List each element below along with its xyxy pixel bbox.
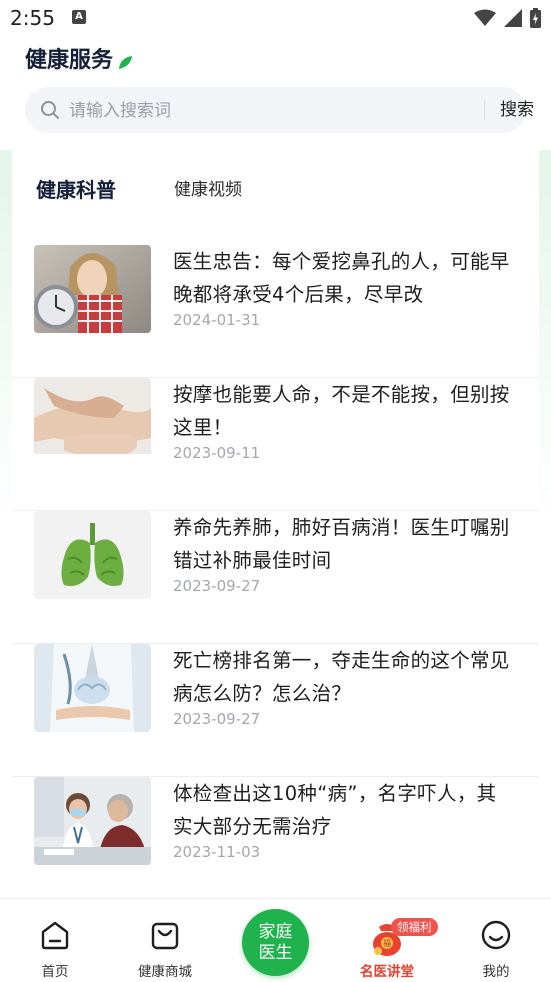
search-bar: 搜索 [25,87,534,135]
status-icons [474,8,541,28]
nav-famous-doctor-lecture-label: 名医讲堂 [360,964,414,980]
article-thumbnail [34,378,151,466]
search-input[interactable] [67,87,451,135]
nav-health-mall[interactable]: 健康商城 [120,899,210,982]
leaf-icon [119,56,133,69]
doctor-with-patient-image [34,777,151,865]
article-item[interactable]: 死亡榜排名第一，夺走生命的这个常见病怎么防？怎么治？ 2023-09-27 [12,644,539,777]
nav-home[interactable]: 首页 [10,899,100,982]
article-thumbnail [34,777,151,865]
article-item[interactable]: 体检查出这10种“病”，名字吓人，其实大部分无需治疗 2023-11-03 [12,777,539,898]
article-date: 2023-11-03 [173,843,261,861]
svg-text:福: 福 [383,939,391,948]
nav-health-mall-label: 健康商城 [138,964,192,980]
foot-massage-image [34,378,151,466]
search-divider [484,100,485,120]
article-item[interactable]: 医生忠告：每个爱挖鼻孔的人，可能早晚都将承受4个后果，尽早改 2024-01-3… [12,245,539,378]
family-doctor-button[interactable]: 家庭 医生 [242,909,309,976]
background-tint [0,150,12,898]
article-thumbnail [34,245,151,333]
article-thumbnail [34,644,151,732]
battery-icon [530,8,541,28]
page-title: 健康服务 [25,42,133,74]
nav-famous-doctor-lecture[interactable]: 福 名医讲堂 [342,899,432,982]
article-title: 养命先养肺，肺好百病消！医生叮嘱别错过补肺最佳时间 [173,516,510,572]
signal-icon [504,9,522,27]
doctor-holding-brain-image [34,644,151,732]
tab-health-video[interactable]: 健康视频 [174,175,242,200]
shopping-bag-icon [151,922,179,950]
welfare-badge: 领福利 [391,918,438,936]
green-lungs-image [34,511,151,599]
family-doctor-label-line2: 医生 [258,943,293,963]
article-date: 2023-09-27 [173,577,261,595]
status-time: 2:55 [10,6,55,30]
article-date: 2023-09-27 [173,710,261,728]
article-date: 2024-01-31 [173,311,261,329]
article-item[interactable]: 按摩也能要人命，不是不能按，但别按这里！ 2023-09-11 [12,378,539,511]
notification-icon: A [72,10,86,24]
search-button[interactable]: 搜索 [491,87,543,133]
background-tint [539,150,551,898]
nav-home-label: 首页 [41,964,69,980]
woman-with-clock-image [34,245,151,333]
family-doctor-label-line1: 家庭 [258,922,293,942]
article-item[interactable]: 养命先养肺，肺好百病消！医生叮嘱别错过补肺最佳时间 2023-09-27 [12,511,539,644]
page-title-text: 健康服务 [25,48,114,73]
status-bar: 2:55 A [0,0,551,36]
article-title: 按摩也能要人命，不是不能按，但别按这里！ [173,383,510,439]
article-date: 2023-09-11 [173,444,261,462]
article-title: 医生忠告：每个爱挖鼻孔的人，可能早晚都将承受4个后果，尽早改 [173,250,510,306]
content-card: 健康科普 健康视频 医生忠告：每个爱挖鼻孔的人，可能早晚都将承受4个后果，尽早改… [12,150,539,898]
tab-health-science[interactable]: 健康科普 [36,174,116,203]
nav-mine[interactable]: 我的 [451,899,541,982]
wifi-icon [474,9,496,26]
smiley-face-icon [481,920,511,950]
home-icon [41,921,69,950]
article-title: 死亡榜排名第一，夺走生命的这个常见病怎么防？怎么治？ [173,649,510,705]
search-icon [41,101,59,119]
tab-bar: 健康科普 健康视频 [12,150,539,220]
article-thumbnail [34,511,151,599]
article-title: 体检查出这10种“病”，名字吓人，其实大部分无需治疗 [173,782,497,838]
nav-mine-label: 我的 [482,964,510,980]
